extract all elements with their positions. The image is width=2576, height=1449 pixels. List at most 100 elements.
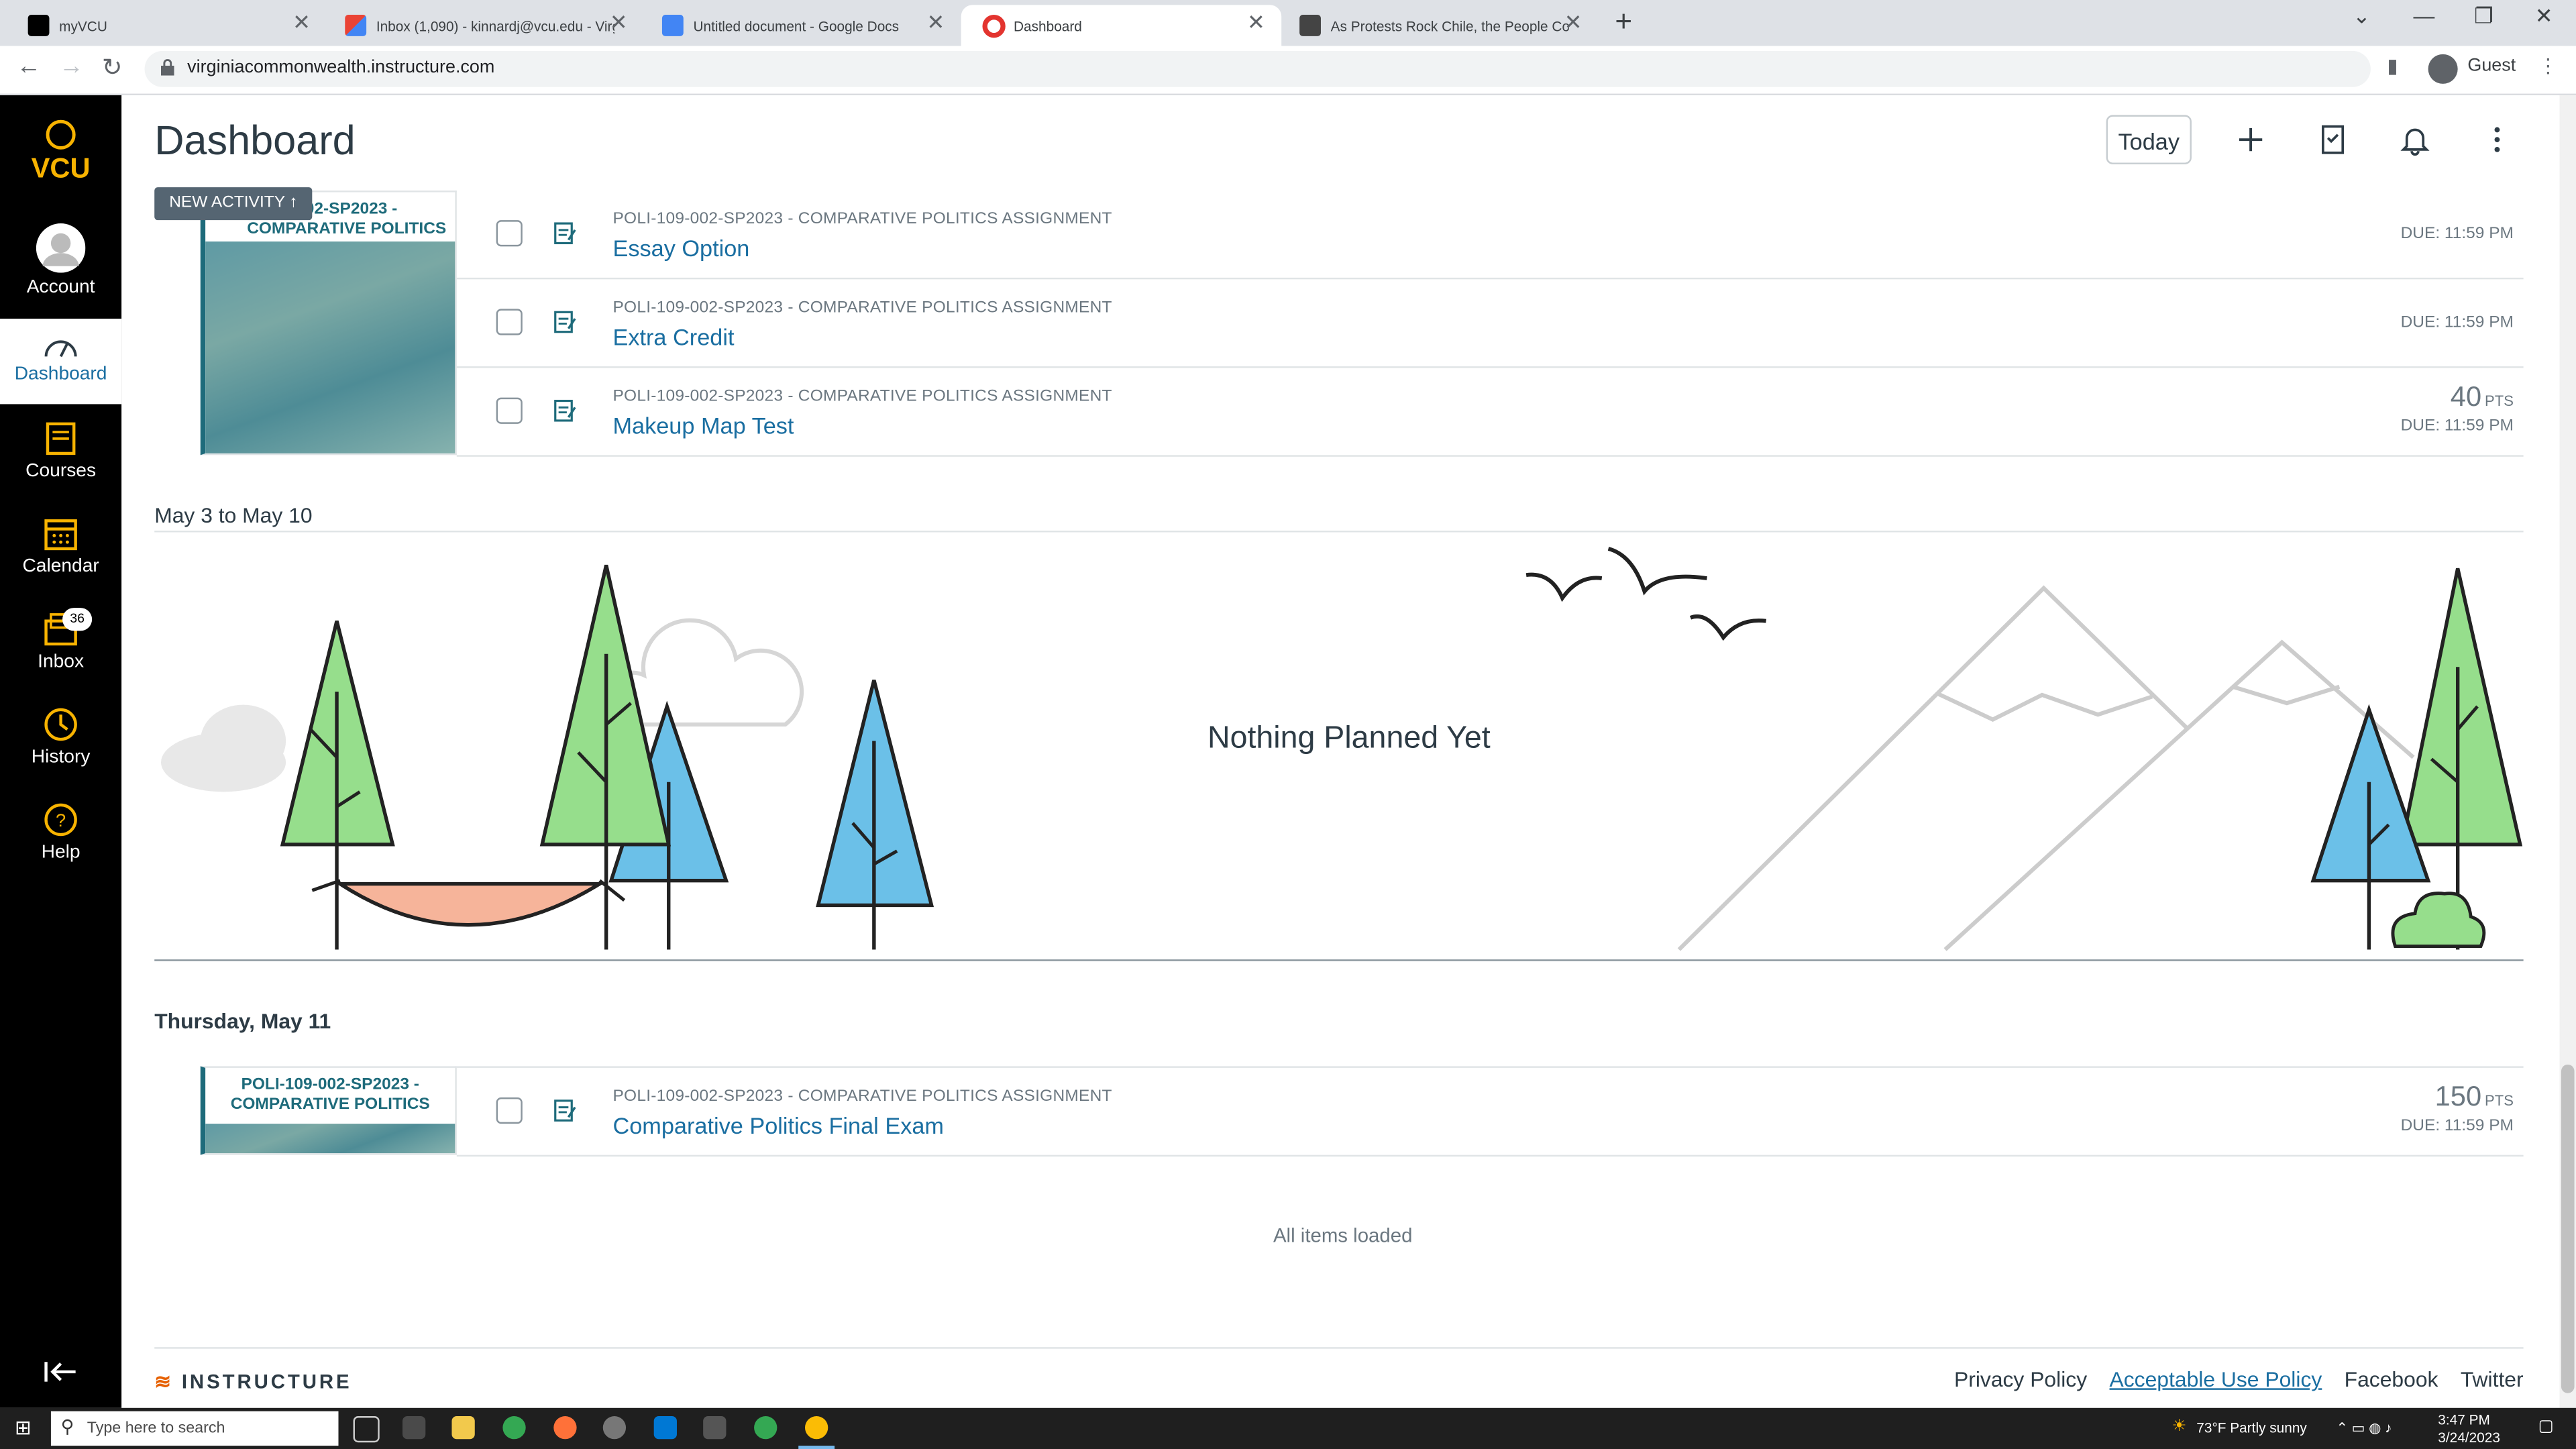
close-tab-icon[interactable]: ✕ xyxy=(292,10,311,36)
vcu-favicon-icon xyxy=(28,15,50,36)
scrollbar-thumb[interactable] xyxy=(2561,1064,2575,1393)
windows-taskbar: ⊞ ⚲ Type here to search ☀ 73°F Partly su… xyxy=(0,1407,2576,1449)
firefox-icon[interactable] xyxy=(553,1416,577,1440)
day-label: Thursday, May 11 xyxy=(154,1008,331,1034)
weather-widget[interactable]: 73°F Partly sunny xyxy=(2196,1419,2307,1436)
complete-checkbox[interactable] xyxy=(496,309,523,335)
dashboard-icon xyxy=(44,340,77,358)
minimize-button[interactable]: — xyxy=(2414,3,2435,28)
today-button[interactable]: Today xyxy=(2106,115,2192,164)
assignment-icon xyxy=(554,222,576,245)
close-tab-icon[interactable]: ✕ xyxy=(926,10,945,36)
tab-myvcu[interactable]: myVCU ✕ xyxy=(7,5,327,46)
course-card[interactable]: 002-SP2023 - COMPARATIVE POLITICS xyxy=(200,191,457,455)
item-course-context: POLI-109-002-SP2023 - COMPARATIVE POLITI… xyxy=(612,210,1112,229)
task-view-icon[interactable] xyxy=(353,1416,380,1443)
profile-label[interactable]: Guest xyxy=(2467,56,2516,75)
assignment-icon xyxy=(554,1099,576,1122)
tray-icons[interactable]: ⌃ ▭ ◍ ♪ xyxy=(2336,1419,2392,1438)
planner-item: POLI-109-002-SP2023 - COMPARATIVE POLITI… xyxy=(456,368,2524,457)
file-explorer-icon[interactable] xyxy=(451,1416,475,1440)
notification-center-icon[interactable]: ▢ xyxy=(2538,1417,2554,1436)
tab-dashboard[interactable]: Dashboard ✕ xyxy=(961,5,1282,46)
planner-item: POLI-109-002-SP2023 - COMPARATIVE POLITI… xyxy=(456,279,2524,368)
nav-account[interactable]: Account xyxy=(0,223,121,309)
course-card[interactable]: POLI-109-002-SP2023 - COMPARATIVE POLITI… xyxy=(200,1066,457,1155)
vcu-logo[interactable]: VCU xyxy=(0,115,121,194)
complete-checkbox[interactable] xyxy=(496,1097,523,1124)
notifications-bell-icon[interactable] xyxy=(2399,123,2432,156)
svg-text:VCU: VCU xyxy=(32,152,91,183)
windows-start-icon[interactable]: ⊞ xyxy=(15,1416,32,1439)
item-title-link[interactable]: Extra Credit xyxy=(612,323,734,350)
close-window-button[interactable]: ✕ xyxy=(2535,3,2553,30)
collapse-nav-button[interactable] xyxy=(0,1360,121,1393)
page-scrollbar[interactable] xyxy=(2559,95,2576,1408)
address-bar[interactable]: virginiacommonwealth.instructure.com xyxy=(144,50,2371,87)
item-title-link[interactable]: Makeup Map Test xyxy=(612,413,794,439)
assignment-icon xyxy=(554,311,576,333)
divider xyxy=(154,959,2524,961)
active-app-indicator xyxy=(798,1446,835,1449)
taskbar-search[interactable]: ⚲ Type here to search xyxy=(50,1411,339,1446)
twitter-link[interactable]: Twitter xyxy=(2461,1367,2524,1392)
close-tab-icon[interactable]: ✕ xyxy=(1247,10,1265,36)
grades-icon[interactable] xyxy=(2316,123,2349,156)
back-button[interactable]: ← xyxy=(16,52,41,80)
browser-menu-icon[interactable]: ⋮ xyxy=(2538,54,2558,77)
add-todo-icon[interactable] xyxy=(2235,123,2267,156)
item-due: DUE: 11:59 PM xyxy=(2400,225,2514,244)
tab-article[interactable]: As Protests Rock Chile, the People Consi… xyxy=(1278,5,1599,46)
lock-icon xyxy=(161,59,174,76)
app-icon[interactable] xyxy=(602,1416,627,1440)
instructure-logo[interactable]: ≋ INSTRUCTURE xyxy=(154,1370,352,1393)
item-title-link[interactable]: Essay Option xyxy=(612,235,749,261)
reload-button[interactable]: ↻ xyxy=(102,52,123,83)
side-panel-icon[interactable]: ▮ xyxy=(2387,54,2398,77)
privacy-policy-link[interactable]: Privacy Policy xyxy=(1954,1367,2087,1392)
new-activity-button[interactable]: NEW ACTIVITY ↑ xyxy=(154,187,313,221)
complete-checkbox[interactable] xyxy=(496,220,523,247)
chrome-icon[interactable] xyxy=(502,1416,526,1440)
clock-date[interactable]: 3/24/2023 xyxy=(2438,1430,2500,1446)
nav-calendar[interactable]: Calendar xyxy=(0,516,121,595)
tab-search-icon[interactable]: ⌄ xyxy=(2353,3,2371,30)
app-icon[interactable] xyxy=(653,1416,677,1440)
course-name[interactable]: POLI-109-002-SP2023 - COMPARATIVE POLITI… xyxy=(205,1068,455,1117)
clock-time[interactable]: 3:47 PM xyxy=(2438,1411,2490,1428)
inbox-unread-badge: 36 xyxy=(62,608,93,631)
close-tab-icon[interactable]: ✕ xyxy=(1564,10,1582,36)
complete-checkbox[interactable] xyxy=(496,397,523,424)
nav-inbox[interactable]: 36 Inbox xyxy=(0,608,121,690)
all-items-loaded: All items loaded xyxy=(1273,1224,1413,1247)
item-course-context: POLI-109-002-SP2023 - COMPARATIVE POLITI… xyxy=(612,387,1112,406)
acceptable-use-link[interactable]: Acceptable Use Policy xyxy=(2110,1367,2322,1392)
app-icon[interactable] xyxy=(703,1416,727,1440)
tab-gmail[interactable]: Inbox (1,090) - kinnardj@vcu.edu - Virgi… xyxy=(323,5,644,46)
new-tab-button[interactable]: + xyxy=(1615,5,1632,39)
facebook-link[interactable]: Facebook xyxy=(2345,1367,2438,1392)
nav-history[interactable]: History xyxy=(0,706,121,786)
app-icon[interactable] xyxy=(402,1416,426,1440)
nav-courses[interactable]: Courses xyxy=(0,421,121,500)
item-course-context: POLI-109-002-SP2023 - COMPARATIVE POLITI… xyxy=(612,299,1112,317)
item-points: 150 PTS xyxy=(2434,1081,2514,1112)
browser-toolbar: ← → ↻ virginiacommonwealth.instructure.c… xyxy=(0,46,2576,96)
footer-links: Privacy Policy Acceptable Use Policy Fac… xyxy=(1937,1367,2524,1392)
nav-help[interactable]: ? Help xyxy=(0,802,121,881)
item-title-link[interactable]: Comparative Politics Final Exam xyxy=(612,1112,944,1138)
tab-google-docs[interactable]: Untitled document - Google Docs ✕ xyxy=(641,5,961,46)
more-options-icon[interactable] xyxy=(2481,123,2514,156)
browser-tab-bar: myVCU ✕ Inbox (1,090) - kinnardj@vcu.edu… xyxy=(0,0,2576,46)
chrome-active-icon[interactable] xyxy=(805,1416,828,1440)
forward-button[interactable]: → xyxy=(59,52,84,80)
nav-dashboard[interactable]: Dashboard xyxy=(0,319,122,405)
calendar-icon xyxy=(44,519,77,551)
planner-main: Dashboard Today NEW ACTIVITY ↑ 002-SP202… xyxy=(121,95,2560,1408)
search-icon: ⚲ xyxy=(60,1417,74,1438)
profile-avatar-icon[interactable] xyxy=(2428,54,2458,84)
item-due: DUE: 11:59 PM xyxy=(2400,417,2514,435)
chrome-icon[interactable] xyxy=(754,1416,777,1440)
restore-button[interactable]: ❐ xyxy=(2474,3,2493,30)
close-tab-icon[interactable]: ✕ xyxy=(610,10,628,36)
